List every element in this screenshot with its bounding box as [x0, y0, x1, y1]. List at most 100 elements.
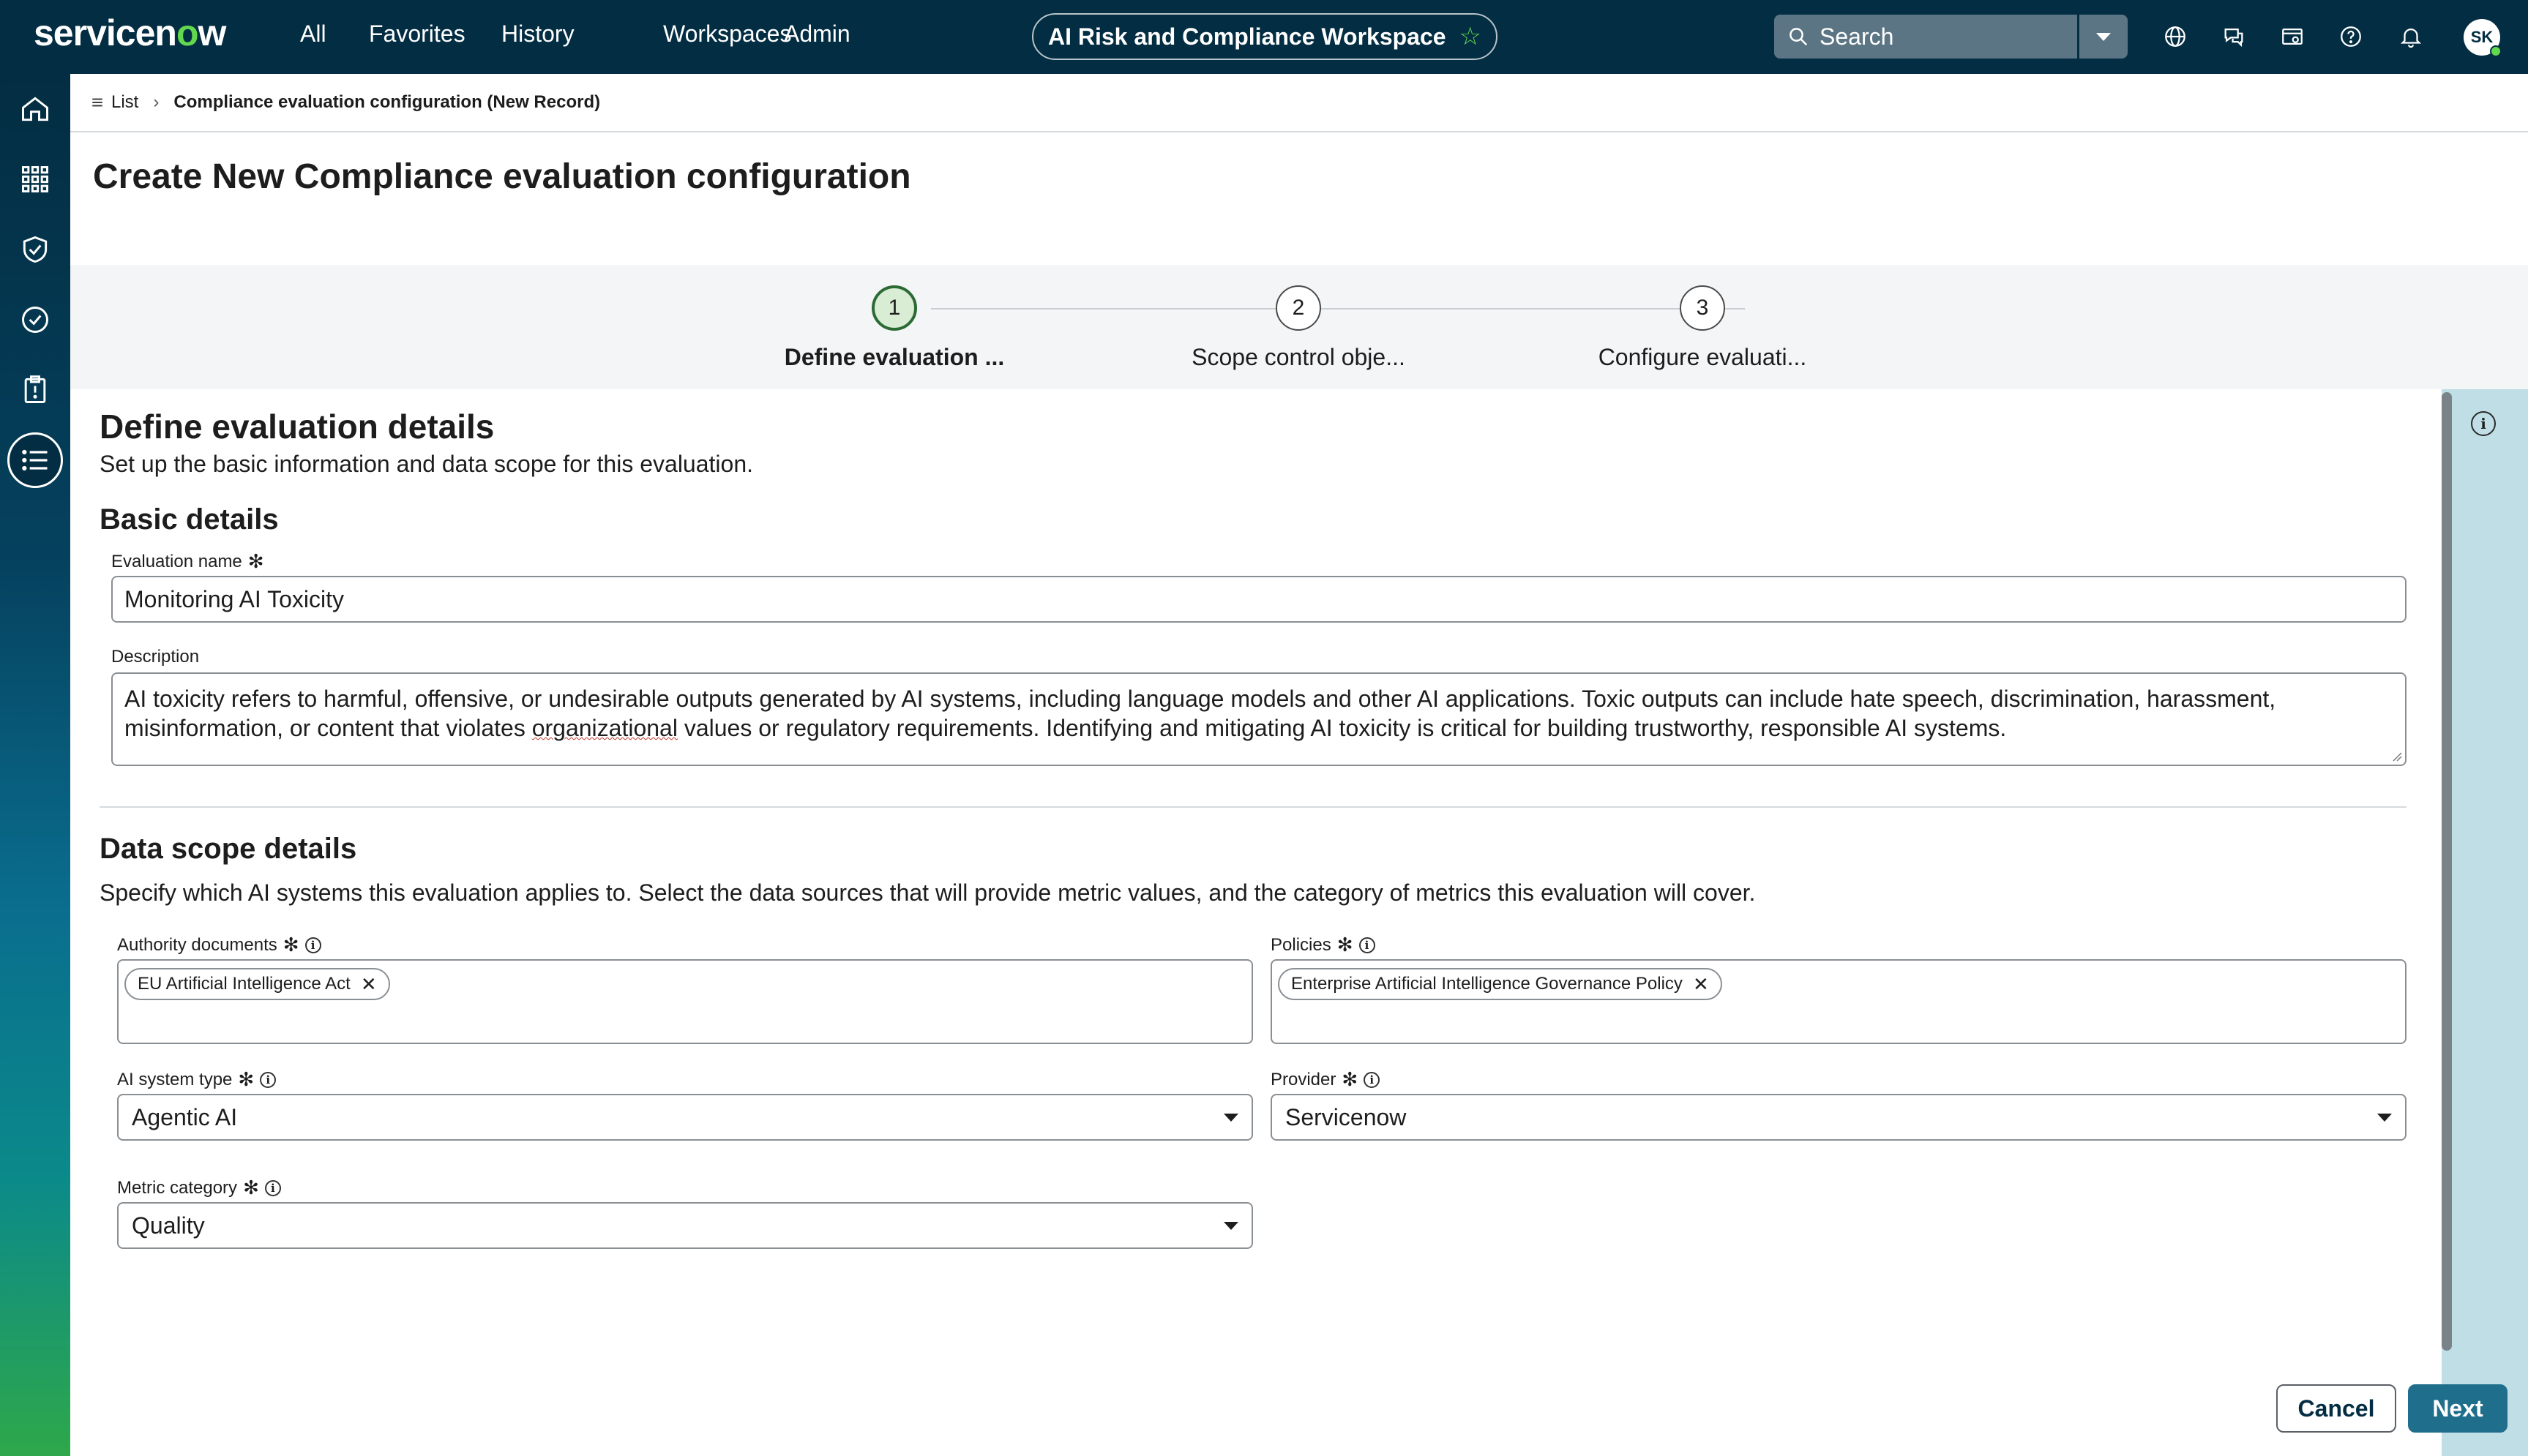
info-icon[interactable]: i	[2471, 411, 2496, 436]
nav-favorites[interactable]: Favorites	[369, 20, 465, 48]
label-text: Evaluation name	[111, 551, 242, 571]
step-scope-control-objectives[interactable]: 2 Scope control obje...	[1152, 285, 1445, 371]
provider-select[interactable]: Servicenow	[1271, 1094, 2407, 1141]
data-scope-title: Data scope details	[100, 833, 357, 865]
resize-handle-icon[interactable]	[2392, 751, 2402, 762]
breadcrumb-current: Compliance evaluation configuration (New…	[173, 92, 601, 112]
select-value: Servicenow	[1285, 1103, 1407, 1130]
step-label: Configure evaluati...	[1598, 344, 1807, 370]
chip-label: Enterprise Artificial Intelligence Gover…	[1291, 974, 1683, 994]
basic-details-title: Basic details	[100, 503, 279, 536]
nav-workspaces[interactable]: Workspaces	[663, 20, 791, 48]
info-icon[interactable]: i	[264, 1179, 281, 1196]
info-icon[interactable]: i	[260, 1071, 277, 1088]
help-icon[interactable]	[2336, 22, 2366, 51]
info-icon[interactable]: i	[1358, 937, 1375, 953]
label-text: Policies	[1271, 934, 1331, 955]
search-icon	[1790, 28, 1808, 46]
list-lines-icon	[92, 98, 102, 107]
description-label: Description	[111, 647, 199, 667]
chevron-down-icon	[1224, 1113, 1238, 1122]
chevron-down-icon	[2377, 1113, 2392, 1122]
contextual-side-panel: i	[2442, 389, 2528, 1456]
apps-grid-icon[interactable]	[15, 159, 56, 200]
required-asterisk-icon: ✻	[1336, 934, 1353, 956]
nav-all[interactable]: All	[300, 20, 326, 48]
chevron-right-icon: ›	[153, 92, 160, 112]
select-value: Quality	[132, 1212, 205, 1239]
policies-label: Policies ✻ i	[1271, 934, 1375, 956]
form-heading: Define evaluation details	[100, 408, 495, 446]
data-scope-description: Specify which AI systems this evaluation…	[100, 879, 1756, 906]
info-icon[interactable]: i	[1364, 1071, 1380, 1088]
step-number: 1	[872, 285, 917, 331]
top-navigation-bar: servicenow All Favorites History Workspa…	[0, 0, 2528, 74]
description-text-2: values or regulatory requirements. Ident…	[677, 715, 2007, 741]
search-scope-dropdown[interactable]	[2079, 15, 2128, 59]
policies-field[interactable]: Enterprise Artificial Intelligence Gover…	[1271, 959, 2407, 1044]
ai-system-type-select[interactable]: Agentic AI	[117, 1094, 1253, 1141]
home-icon[interactable]	[15, 89, 56, 130]
authority-documents-field[interactable]: EU Artificial Intelligence Act ✕	[117, 959, 1253, 1044]
check-circle-icon[interactable]	[15, 299, 56, 340]
step-number: 3	[1680, 285, 1725, 331]
step-label: Define evaluation ...	[784, 344, 1005, 370]
label-text: Provider	[1271, 1069, 1336, 1089]
left-sidebar	[0, 74, 70, 1456]
select-value: Agentic AI	[132, 1103, 238, 1130]
label-text: Authority documents	[117, 934, 277, 955]
nav-history[interactable]: History	[501, 20, 575, 48]
step-label: Scope control obje...	[1192, 344, 1405, 370]
description-field[interactable]: AI toxicity refers to harmful, offensive…	[111, 672, 2407, 766]
servicenow-logo[interactable]: servicenow	[34, 12, 226, 54]
notification-bell-icon[interactable]	[2396, 22, 2426, 51]
list-icon[interactable]	[7, 432, 63, 488]
breadcrumb-list-link[interactable]: List	[91, 92, 138, 113]
authority-document-chip[interactable]: EU Artificial Intelligence Act ✕	[124, 968, 390, 1000]
clipboard-alert-icon[interactable]	[15, 369, 56, 410]
page-title: Create New Compliance evaluation configu…	[93, 157, 911, 196]
globe-icon[interactable]	[2161, 22, 2190, 51]
user-avatar[interactable]: SK	[2464, 19, 2502, 57]
next-button[interactable]: Next	[2408, 1384, 2508, 1433]
provider-label: Provider ✻ i	[1271, 1068, 1380, 1091]
evaluation-name-field[interactable]: Monitoring AI Toxicity	[111, 576, 2407, 623]
policy-chip[interactable]: Enterprise Artificial Intelligence Gover…	[1278, 968, 1722, 1000]
remove-chip-icon[interactable]: ✕	[361, 973, 377, 996]
workspace-title: AI Risk and Compliance Workspace	[1047, 23, 1446, 50]
workspace-switcher[interactable]: AI Risk and Compliance Workspace ☆	[1032, 13, 1497, 60]
online-status-dot	[2490, 45, 2502, 57]
breadcrumb: List › Compliance evaluation configurati…	[70, 74, 2528, 132]
evaluation-name-label: Evaluation name ✻	[111, 550, 264, 573]
chevron-down-icon	[1224, 1221, 1238, 1230]
info-icon[interactable]: i	[304, 937, 321, 953]
search-input[interactable]	[1820, 23, 2068, 50]
cancel-button[interactable]: Cancel	[2276, 1384, 2396, 1433]
form-area: Define evaluation details Set up the bas…	[70, 389, 2442, 1456]
authority-documents-label: Authority documents ✻ i	[117, 934, 321, 956]
required-asterisk-icon: ✻	[1342, 1068, 1358, 1090]
step-define-evaluation[interactable]: 1 Define evaluation ...	[748, 285, 1041, 371]
global-search[interactable]	[1774, 15, 2077, 59]
nav-admin[interactable]: Admin	[784, 20, 850, 48]
chevron-down-icon	[2096, 32, 2111, 41]
required-asterisk-icon: ✻	[238, 1068, 255, 1090]
shield-check-icon[interactable]	[15, 229, 56, 270]
form-subheading: Set up the basic information and data sc…	[100, 451, 753, 477]
chat-icon[interactable]	[2219, 22, 2248, 51]
required-asterisk-icon: ✻	[247, 550, 264, 572]
vertical-scrollbar[interactable]	[2442, 392, 2452, 1351]
remove-chip-icon[interactable]: ✕	[1693, 973, 1709, 996]
metric-category-select[interactable]: Quality	[117, 1202, 1253, 1249]
step-configure-evaluation[interactable]: 3 Configure evaluati...	[1556, 285, 1849, 371]
avatar-initials: SK	[2470, 28, 2494, 46]
required-asterisk-icon: ✻	[283, 934, 299, 956]
favorite-star-icon[interactable]: ☆	[1459, 22, 1481, 51]
metric-category-label: Metric category ✻ i	[117, 1177, 281, 1199]
step-number: 2	[1276, 285, 1321, 331]
chip-label: EU Artificial Intelligence Act	[138, 974, 351, 994]
label-text: Metric category	[117, 1177, 238, 1198]
workspace-card-icon[interactable]	[2278, 22, 2307, 51]
ai-system-type-label: AI system type ✻ i	[117, 1068, 277, 1091]
section-divider	[100, 806, 2407, 808]
